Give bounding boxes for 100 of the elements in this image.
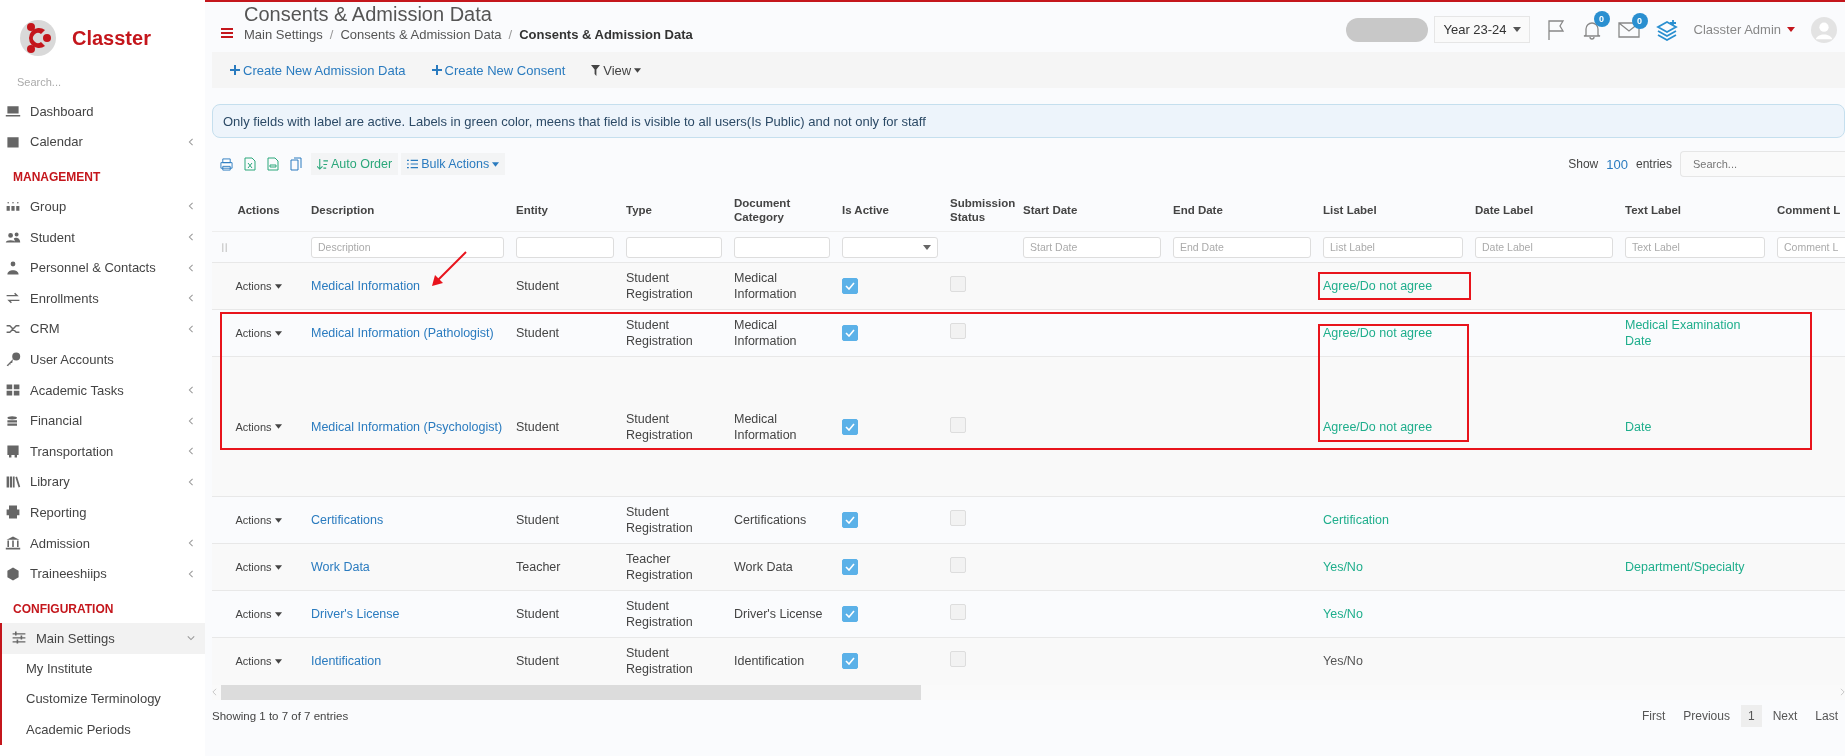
layers-plus-icon[interactable] — [1655, 18, 1678, 41]
excel-file-icon[interactable] — [244, 157, 256, 171]
page-size-select[interactable]: 100 — [1606, 156, 1628, 172]
description-link[interactable]: Work Data — [311, 560, 370, 574]
column-header[interactable]: Document Category — [728, 189, 836, 232]
pagination-button[interactable]: Previous — [1676, 704, 1737, 727]
filter-field[interactable]: Date Label — [1475, 236, 1613, 258]
avatar-icon[interactable] — [1811, 16, 1837, 43]
create-button[interactable]: Create New Consent — [431, 62, 566, 78]
breadcrumb-link[interactable]: Main Settings — [244, 27, 323, 42]
actions-dropdown[interactable]: Actions — [235, 418, 282, 435]
filter-field[interactable] — [626, 236, 722, 258]
menu-icon[interactable] — [221, 28, 233, 38]
sidebar-item[interactable]: Main Settings — [0, 622, 205, 654]
filter-field[interactable]: Comment L — [1777, 236, 1845, 258]
sidebar-item[interactable]: Reporting — [0, 497, 205, 528]
submenu-item[interactable]: My Institute — [2, 653, 205, 685]
actions-dropdown[interactable]: Actions — [235, 606, 282, 622]
filter-field[interactable]: Start Date — [1023, 236, 1161, 258]
sidebar-item[interactable]: Dashboard — [0, 96, 205, 127]
drag-handle-icon[interactable] — [221, 242, 228, 252]
sidebar-item[interactable]: Student — [0, 221, 205, 253]
scroll-left-icon[interactable] — [212, 688, 217, 696]
filter-field[interactable]: Text Label — [1625, 236, 1765, 258]
filter-field[interactable] — [516, 236, 614, 258]
submenu-item[interactable]: Academic Periods — [2, 714, 205, 746]
checkbox[interactable] — [842, 325, 858, 341]
column-header[interactable]: Submission Status — [944, 189, 1017, 232]
sidebar-item[interactable]: Enrollments — [0, 282, 205, 314]
breadcrumb-link[interactable]: Consents & Admission Data — [340, 27, 502, 42]
checkbox[interactable] — [842, 512, 858, 528]
year-select[interactable]: Year 23-24 — [1434, 16, 1530, 43]
column-header[interactable]: Is Active — [836, 189, 944, 232]
actions-dropdown[interactable]: Actions — [235, 653, 282, 670]
actions-dropdown[interactable]: Actions — [235, 559, 282, 575]
sidebar-item[interactable]: Financial — [0, 405, 205, 436]
column-header[interactable]: Comment L — [1771, 189, 1845, 232]
actions-dropdown[interactable]: Actions — [235, 278, 282, 294]
checkbox[interactable] — [842, 559, 858, 575]
sidebar-item[interactable]: Academic Tasks — [0, 374, 205, 406]
create-button[interactable]: Create New Admission Data — [230, 62, 406, 78]
check-icon — [845, 516, 855, 524]
filter-field[interactable] — [734, 236, 830, 258]
filter-field[interactable]: End Date — [1173, 236, 1311, 258]
sidebar-item[interactable]: Calendar — [0, 126, 205, 158]
description-link[interactable]: Medical Information (Pathologist) — [311, 326, 494, 340]
sidebar-item[interactable]: Personnel & Contacts — [0, 252, 205, 283]
description-link[interactable]: Driver's License — [311, 607, 400, 621]
scroll-right-icon[interactable] — [1840, 688, 1845, 696]
user-menu[interactable]: Classter Admin — [1693, 22, 1795, 37]
description-link[interactable]: Certifications — [311, 513, 384, 527]
filter-select[interactable] — [842, 236, 938, 258]
column-header[interactable]: Text Label — [1619, 189, 1771, 232]
logo-icon — [18, 18, 58, 58]
checkbox[interactable] — [842, 653, 858, 670]
sidebar-item[interactable]: Traineeshiips — [0, 558, 205, 589]
caret-icon — [634, 67, 642, 73]
description-link[interactable]: Medical Information — [311, 279, 421, 293]
checkbox[interactable] — [842, 606, 858, 622]
table-cell: Student Registration — [626, 271, 693, 301]
actions-dropdown[interactable]: Actions — [235, 325, 282, 341]
notification-badge: 0 — [1593, 10, 1610, 27]
caret-icon — [1512, 27, 1521, 32]
search-field[interactable]: Search... — [14, 72, 190, 92]
pagination-button[interactable]: First — [1634, 704, 1673, 727]
submenu-item[interactable]: Customize Terminology — [2, 684, 205, 715]
table-search-field[interactable]: Search... — [1680, 151, 1845, 177]
view-button[interactable]: View — [591, 62, 642, 78]
column-header[interactable]: Date Label — [1469, 189, 1619, 232]
column-header[interactable]: Entity — [510, 189, 620, 232]
printer-icon[interactable] — [220, 157, 233, 171]
checkbox[interactable] — [842, 278, 858, 294]
sidebar-item[interactable]: Admission — [0, 527, 205, 559]
description-link[interactable]: Medical Information (Psychologist) — [311, 419, 503, 434]
column-header[interactable]: Actions — [212, 189, 305, 232]
filter-field[interactable]: Description — [311, 236, 504, 258]
list-label: Certification — [1323, 513, 1389, 527]
breadcrumb-separator: / — [329, 27, 334, 42]
sidebar-item[interactable]: Transportation — [0, 435, 205, 467]
filter-field[interactable]: List Label — [1323, 236, 1463, 258]
column-header[interactable]: End Date — [1167, 189, 1317, 232]
csv-file-icon[interactable] — [267, 157, 279, 171]
actions-dropdown[interactable]: Actions — [235, 512, 282, 528]
column-header[interactable]: Type — [620, 189, 728, 232]
sidebar-item[interactable]: User Accounts — [0, 344, 205, 375]
pagination-button[interactable]: Last — [1808, 704, 1845, 727]
section-heading: CONFIGURATION — [12, 600, 115, 618]
column-header[interactable]: Start Date — [1017, 189, 1167, 232]
column-header[interactable]: List Label — [1317, 189, 1469, 232]
checkbox[interactable] — [842, 418, 858, 435]
sidebar-item[interactable]: Group — [0, 191, 205, 222]
copy-icon[interactable] — [290, 157, 302, 171]
bulk-actions-button[interactable]: Bulk Actions — [401, 153, 506, 175]
column-header[interactable]: Description — [305, 189, 510, 232]
sidebar-item[interactable]: CRM — [0, 313, 205, 345]
description-link[interactable]: Identification — [311, 654, 382, 669]
sidebar-item[interactable]: Library — [0, 466, 205, 498]
flag-icon[interactable] — [1545, 18, 1566, 41]
pagination-button[interactable]: 1 — [1740, 704, 1762, 727]
pagination-button[interactable]: Next — [1765, 704, 1805, 727]
